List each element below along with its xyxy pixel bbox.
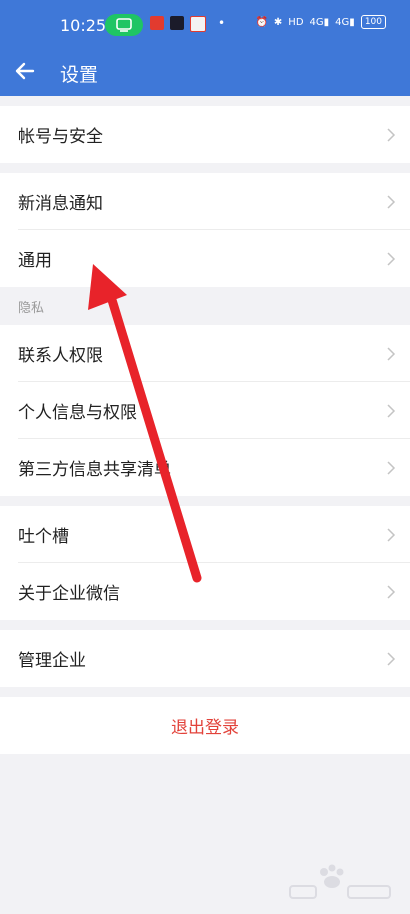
back-arrow-icon[interactable]	[12, 58, 38, 84]
signal-label: 4G	[335, 16, 350, 28]
watermark-logo	[289, 864, 391, 899]
status-bar: 10:25 • ⏰ ✱ HD 4G▮ 4G▮ 100	[0, 0, 410, 50]
chevron-right-icon	[387, 528, 396, 542]
signal-icon: 4G▮	[309, 16, 330, 28]
settings-group-account: 帐号与安全	[0, 106, 410, 163]
status-time: 10:25	[60, 16, 107, 35]
chevron-right-icon	[387, 347, 396, 361]
settings-item-label: 个人信息与权限	[18, 403, 137, 423]
chevron-right-icon	[387, 652, 396, 666]
settings-item-manage-enterprise[interactable]: 管理企业	[0, 630, 410, 687]
chevron-right-icon	[387, 195, 396, 209]
settings-item-feedback[interactable]: 吐个槽	[0, 506, 410, 563]
chevron-right-icon	[387, 461, 396, 475]
settings-item-label: 新消息通知	[18, 194, 103, 214]
chevron-right-icon	[387, 252, 396, 266]
more-dot-icon: •	[218, 16, 226, 30]
settings-group-privacy: 联系人权限 个人信息与权限 第三方信息共享清单	[0, 325, 410, 496]
settings-item-label: 通用	[18, 251, 52, 271]
settings-item-third-party-sharing[interactable]: 第三方信息共享清单	[0, 439, 410, 496]
settings-item-label: 第三方信息共享清单	[18, 460, 171, 480]
chevron-right-icon	[387, 585, 396, 599]
logout-button[interactable]: 退出登录	[0, 697, 410, 754]
system-icons: ⏰ ✱ HD 4G▮ 4G▮ 100	[255, 15, 386, 29]
page-title: 设置	[60, 64, 99, 86]
settings-item-account-security[interactable]: 帐号与安全	[0, 106, 410, 163]
chevron-right-icon	[387, 404, 396, 418]
hd-icon: HD	[288, 16, 304, 28]
settings-item-contact-permissions[interactable]: 联系人权限	[0, 325, 410, 382]
battery-level: 100	[364, 17, 382, 27]
settings-item-notifications[interactable]: 新消息通知	[0, 173, 410, 230]
logout-label: 退出登录	[171, 718, 239, 738]
cast-icon[interactable]	[105, 14, 143, 36]
bluetooth-icon: ✱	[273, 16, 283, 28]
settings-item-label: 联系人权限	[18, 346, 103, 366]
settings-group-about: 吐个槽 关于企业微信	[0, 506, 410, 620]
app-header: 设置	[0, 50, 410, 96]
settings-group-general: 新消息通知 通用	[0, 173, 410, 287]
settings-item-label: 管理企业	[18, 651, 86, 671]
settings-item-general[interactable]: 通用	[0, 230, 410, 287]
app-icon	[190, 16, 206, 32]
settings-item-about[interactable]: 关于企业微信	[0, 563, 410, 620]
app-icon	[170, 16, 184, 30]
alarm-icon: ⏰	[255, 16, 268, 28]
notification-icons	[150, 16, 206, 32]
signal-icon: 4G▮	[335, 16, 355, 28]
settings-item-label: 吐个槽	[18, 527, 69, 547]
settings-item-personal-info[interactable]: 个人信息与权限	[0, 382, 410, 439]
chevron-right-icon	[387, 128, 396, 142]
section-label-privacy: 隐私	[18, 301, 45, 316]
battery-icon: 100	[360, 15, 386, 29]
signal-label: 4G	[309, 16, 324, 28]
app-icon	[150, 16, 164, 30]
settings-group-manage: 管理企业	[0, 630, 410, 687]
settings-item-label: 关于企业微信	[18, 584, 120, 604]
settings-item-label: 帐号与安全	[18, 127, 103, 147]
